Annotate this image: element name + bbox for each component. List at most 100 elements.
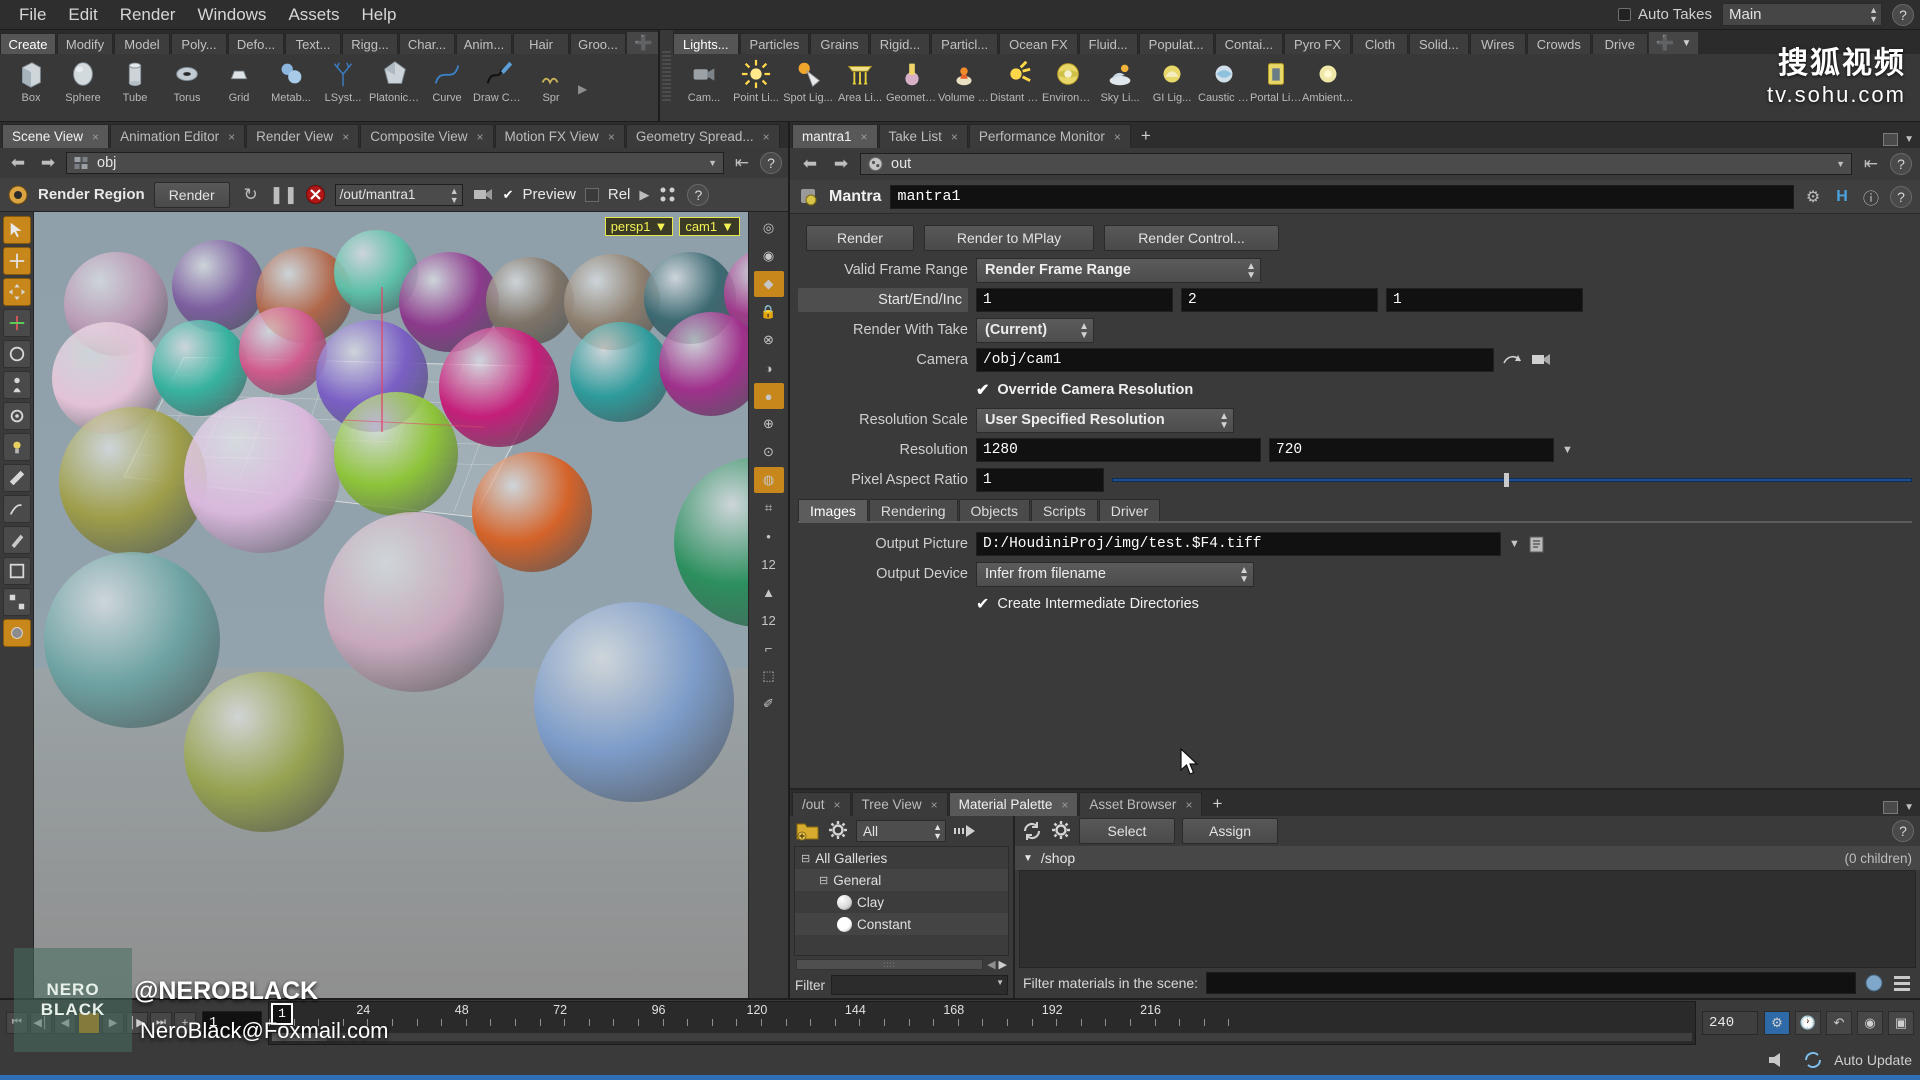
override-camera-resolution-checkbox[interactable]: ✔ Override Camera Resolution xyxy=(976,380,1193,400)
play-triangle-icon[interactable]: ▶ xyxy=(639,187,649,203)
param-path-input[interactable]: out ▼ xyxy=(860,153,1852,175)
shelf-tool-metaball-icon[interactable]: Metab... xyxy=(266,57,316,104)
viewport-path-input[interactable]: obj ▼ xyxy=(66,152,724,174)
list-view-icon[interactable] xyxy=(1892,973,1912,993)
shelf-tool-geometry-light-icon[interactable]: Geometry L... xyxy=(886,57,938,104)
scale-tool[interactable] xyxy=(2,340,31,368)
timeline-scroll-thumb[interactable]: :::: xyxy=(272,1032,327,1041)
shelf-add-button-2[interactable]: ➕ ▼ xyxy=(1648,32,1699,54)
shelf-tab-6[interactable]: Rigg... xyxy=(342,33,398,54)
shelf-grip[interactable] xyxy=(662,50,671,101)
stop-icon[interactable] xyxy=(305,184,326,205)
shelf-rtab-6[interactable]: Fluid... xyxy=(1078,33,1138,54)
render-button[interactable]: Render xyxy=(153,181,230,208)
close-icon[interactable]: × xyxy=(1114,130,1121,144)
shelf-rtab-2[interactable]: Grains xyxy=(810,33,869,54)
shelf-tool-draw-curve-icon[interactable]: Draw Cur... xyxy=(473,57,525,104)
lighting-icon[interactable]: ● xyxy=(753,383,784,409)
gallery-tree-row[interactable]: ⊟ All Galleries xyxy=(795,847,1008,869)
measure-tool[interactable] xyxy=(2,464,31,492)
file-browser-icon[interactable] xyxy=(1528,534,1548,554)
shelf-tab-7[interactable]: Char... xyxy=(399,33,455,54)
add-key-button[interactable]: + xyxy=(174,1011,196,1034)
chevron-down-icon[interactable]: ▼ xyxy=(1562,444,1573,456)
pixel-aspect-ratio-input[interactable]: 1 xyxy=(976,468,1104,492)
edit-tool[interactable] xyxy=(2,557,31,585)
shelf-rtab-7[interactable]: Populat... xyxy=(1138,33,1214,54)
folder-node-icon[interactable]: ⊟ xyxy=(801,852,810,865)
camera-input[interactable]: /obj/cam1 xyxy=(976,348,1494,372)
lock-icon[interactable]: 🔒 xyxy=(754,299,784,325)
tab-scene-view[interactable]: Scene View × xyxy=(2,124,110,148)
close-icon[interactable]: × xyxy=(342,130,349,144)
menu-assets[interactable]: Assets xyxy=(277,2,350,28)
tab-material-palette[interactable]: Material Palette × xyxy=(948,792,1079,816)
forward-arrow-icon[interactable]: ➡ xyxy=(36,152,60,174)
node-help-icon[interactable]: ? xyxy=(1890,185,1912,208)
rotate-tool[interactable] xyxy=(2,309,31,337)
move-tool[interactable] xyxy=(2,278,31,306)
tab-asset-browser[interactable]: Asset Browser × xyxy=(1079,792,1203,816)
back-arrow-icon[interactable]: ⬅ xyxy=(6,152,30,174)
tab-out[interactable]: /out × xyxy=(792,792,851,816)
tab-render-view[interactable]: Render View × xyxy=(246,124,360,148)
shelf-tab-9[interactable]: Hair xyxy=(513,33,569,54)
render-to-mplay-button[interactable]: Render to MPlay xyxy=(924,225,1094,251)
shelf-add-button[interactable]: ➕▼ xyxy=(627,32,658,54)
tab-performance-monitor[interactable]: Performance Monitor × xyxy=(968,124,1131,148)
gallery-hscrollbar[interactable]: :::: ◀ ▶ xyxy=(790,956,1013,972)
auto-update-icon[interactable] xyxy=(1802,1050,1824,1070)
current-frame-input[interactable]: 1 xyxy=(202,1010,262,1035)
shelf-tool-platonic-icon[interactable]: Platonic Sol... xyxy=(369,57,421,104)
chevron-updown-icon[interactable]: ▲ ▼ xyxy=(450,186,459,205)
filter-input[interactable]: ▼ xyxy=(831,975,1008,995)
shelf-scroll-right-icon[interactable]: ▶ xyxy=(578,82,592,96)
close-icon[interactable]: × xyxy=(834,798,841,812)
pin-icon[interactable]: ⇤ xyxy=(730,152,754,174)
assign-button[interactable]: Assign xyxy=(1182,818,1278,844)
gear-icon[interactable] xyxy=(827,820,849,842)
close-icon[interactable]: × xyxy=(608,130,615,144)
grid-snap-icon[interactable]: ⌗ xyxy=(754,495,784,521)
light-tool[interactable] xyxy=(2,433,31,461)
gear-icon[interactable] xyxy=(1050,820,1072,842)
split-pane-icon[interactable] xyxy=(1883,133,1899,146)
viewport-3d-canvas[interactable]: persp1 ▼ cam1 ▼ xyxy=(34,212,748,998)
shelf-rtab-10[interactable]: Cloth xyxy=(1352,33,1408,54)
measure-icon[interactable]: ⌐ xyxy=(754,635,784,661)
pen-icon[interactable]: ✐ xyxy=(754,691,784,717)
shelf-rtab-13[interactable]: Crowds xyxy=(1526,33,1591,54)
pixel-aspect-ratio-slider[interactable] xyxy=(1112,473,1912,487)
shelf-rtab-14[interactable]: Drive xyxy=(1591,33,1648,54)
param-help-icon[interactable]: ? xyxy=(1890,153,1912,175)
rel-checkbox[interactable] xyxy=(584,187,599,202)
gear-icon[interactable]: ⚙ xyxy=(1803,187,1823,207)
shelf-tool-sky-light-icon[interactable]: Sky Li... xyxy=(1095,57,1145,104)
settings-sliders-icon[interactable] xyxy=(658,185,678,205)
shelf-tool-sphere-icon[interactable]: Sphere xyxy=(58,57,108,104)
menu-file[interactable]: File xyxy=(8,2,57,28)
shelf-tool-lsystem-icon[interactable]: LSyst... xyxy=(318,57,368,104)
gallery-tree[interactable]: ⊟ All Galleries ⊟ General Clay Constant xyxy=(794,846,1009,956)
forward-arrow-icon[interactable]: ➡ xyxy=(829,153,853,175)
handle-tool[interactable] xyxy=(2,247,31,275)
shelf-tab-1[interactable]: Modify xyxy=(57,33,113,54)
shelf-tab-4[interactable]: Defo... xyxy=(228,33,284,54)
playbar-settings-icon[interactable]: ⚙ xyxy=(1764,1010,1790,1035)
tab-motion-fx-view[interactable]: Motion FX View × xyxy=(494,124,625,148)
shading-icon[interactable]: ◑ xyxy=(754,355,784,381)
shelf-tool-environment-light-icon[interactable]: Environmen... xyxy=(1042,57,1094,104)
pose-tool[interactable] xyxy=(2,371,31,399)
gallery-tree-row[interactable]: Constant xyxy=(795,913,1008,935)
shelf-tool-spot-light-icon[interactable]: Spot Lig... xyxy=(783,57,833,104)
menu-windows[interactable]: Windows xyxy=(186,2,277,28)
render-region-help-icon[interactable]: ? xyxy=(687,183,710,206)
shelf-rtab-0[interactable]: Lights... xyxy=(673,33,739,54)
chevron-down-icon[interactable]: ▼ xyxy=(1904,802,1914,813)
shelf-tool-distant-light-icon[interactable]: Distant Lig... xyxy=(990,57,1042,104)
play-reverse-button[interactable]: ◀ xyxy=(54,1011,76,1034)
shelf-tab-5[interactable]: Text... xyxy=(285,33,341,54)
shelf-rtab-3[interactable]: Rigid... xyxy=(869,33,931,54)
viewport-help-icon[interactable]: ? xyxy=(760,152,782,174)
shop-material-area[interactable] xyxy=(1019,870,1916,968)
